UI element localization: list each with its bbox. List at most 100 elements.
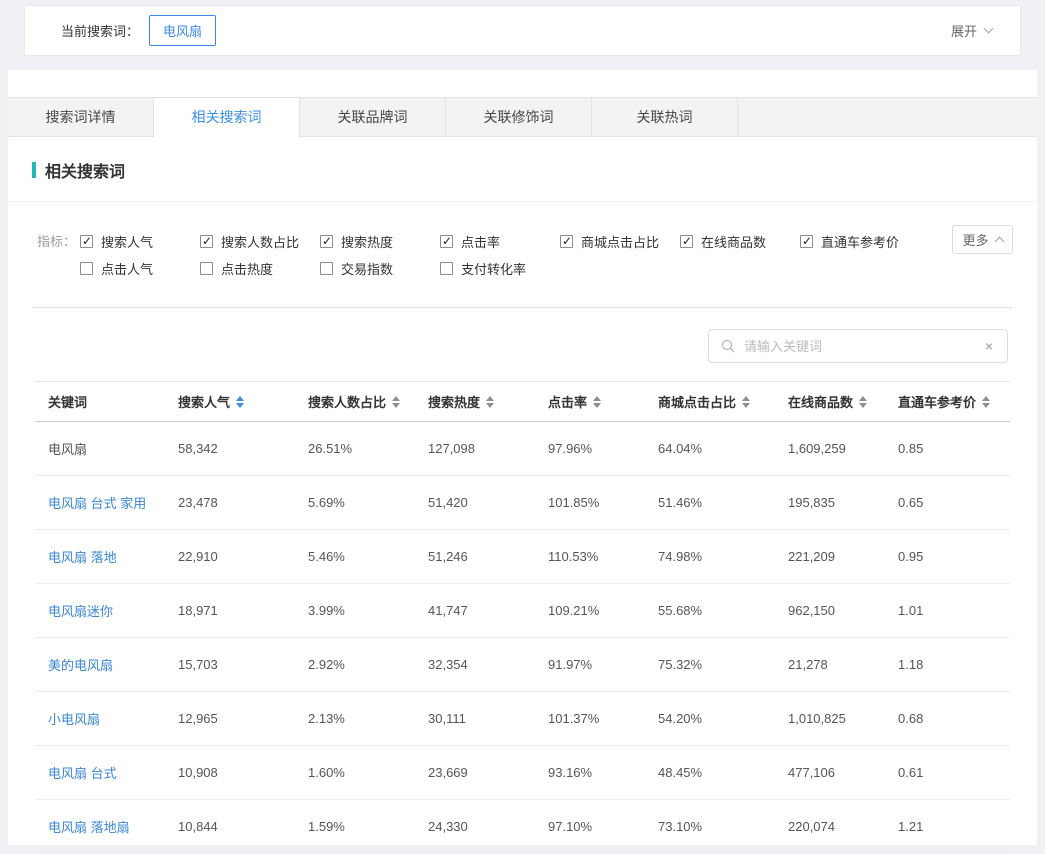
col-header-label: 搜索热度 (428, 392, 480, 411)
cell-ztc-reference-price: 0.85 (885, 441, 1010, 456)
expand-toggle[interactable]: 展开 (951, 21, 992, 40)
sort-icon[interactable] (859, 396, 867, 408)
table-row: 电风扇 58,342 26.51% 127,098 97.96% 64.04% … (35, 422, 1010, 476)
cell-searcher-ratio: 1.59% (295, 819, 415, 834)
col-header-mall-click-ratio: 商城点击占比 (645, 392, 775, 411)
cell-search-heat: 23,669 (415, 765, 535, 780)
col-header-search-popularity: 搜索人气 (165, 392, 295, 411)
cell-mall-click-ratio: 73.10% (645, 819, 775, 834)
sort-icon[interactable] (742, 396, 750, 408)
checkbox-checked-icon (80, 235, 93, 248)
more-button[interactable]: 更多 (952, 225, 1013, 254)
cell-ztc-reference-price: 1.21 (885, 819, 1010, 834)
checkbox-unchecked-icon (80, 262, 93, 275)
filter-checkbox-click-heat[interactable]: 点击热度 (200, 259, 320, 278)
more-label: 更多 (962, 230, 988, 249)
keyword-link[interactable]: 电风扇 台式 (48, 766, 117, 781)
cell-online-products: 962,150 (775, 603, 885, 618)
section-title-text: 相关搜索词 (45, 158, 125, 182)
chevron-down-icon (984, 24, 994, 34)
filter-checkbox-search-heat[interactable]: 搜索热度 (320, 232, 440, 251)
cell-search-heat: 127,098 (415, 441, 535, 456)
cell-search-popularity: 58,342 (165, 441, 295, 456)
col-header-search-heat: 搜索热度 (415, 392, 535, 411)
col-header-online-products: 在线商品数 (775, 392, 885, 411)
cell-online-products: 1,010,825 (775, 711, 885, 726)
cell-searcher-ratio: 5.46% (295, 549, 415, 564)
dotted-separator (33, 307, 1012, 308)
expand-label: 展开 (951, 21, 977, 40)
cell-mall-click-ratio: 64.04% (645, 441, 775, 456)
title-divider (8, 201, 1037, 202)
table-row: 电风扇 落地 22,910 5.46% 51,246 110.53% 74.98… (35, 530, 1010, 584)
keyword-link[interactable]: 电风扇 落地扇 (48, 820, 130, 835)
cell-ztc-reference-price: 1.01 (885, 603, 1010, 618)
checkbox-label: 点击人气 (101, 259, 153, 278)
checkbox-unchecked-icon (200, 262, 213, 275)
checkbox-unchecked-icon (440, 262, 453, 275)
tab-bar-filler (738, 98, 1037, 136)
tab-related-search-terms[interactable]: 相关搜索词 (154, 98, 300, 138)
tab-search-term-detail[interactable]: 搜索词详情 (8, 98, 154, 136)
filter-checkbox-trade-index[interactable]: 交易指数 (320, 259, 440, 278)
keyword-link[interactable]: 电风扇迷你 (48, 604, 113, 619)
checkbox-label: 支付转化率 (461, 259, 526, 278)
filter-checkbox-click-popularity[interactable]: 点击人气 (80, 259, 200, 278)
keyword-link[interactable]: 电风扇 台式 家用 (48, 496, 146, 511)
cell-searcher-ratio: 5.69% (295, 495, 415, 510)
checkbox-checked-icon (440, 235, 453, 248)
cell-search-heat: 30,111 (415, 711, 535, 726)
cell-search-heat: 32,354 (415, 657, 535, 672)
filter-checkbox-mall-click-ratio[interactable]: 商城点击占比 (560, 232, 680, 251)
cell-mall-click-ratio: 74.98% (645, 549, 775, 564)
keyword-link[interactable]: 电风扇 落地 (48, 550, 117, 565)
filter-row-2: 点击人气 点击热度 交易指数 支付转化率 (80, 255, 1013, 282)
main-panel: 搜索词详情 相关搜索词 关联品牌词 关联修饰词 关联热词 相关搜索词 指标： 搜… (8, 70, 1037, 845)
current-search-term-bar: 当前搜索词： 电风扇 展开 (24, 5, 1021, 56)
keyword-text: 电风扇 (48, 442, 87, 457)
search-term-tag[interactable]: 电风扇 (149, 15, 216, 46)
cell-ztc-reference-price: 0.68 (885, 711, 1010, 726)
checkbox-label: 搜索人数占比 (221, 232, 299, 251)
cell-search-heat: 51,420 (415, 495, 535, 510)
keyword-link[interactable]: 小电风扇 (48, 712, 100, 727)
sort-icon[interactable] (982, 396, 990, 408)
filter-checkbox-click-rate[interactable]: 点击率 (440, 232, 560, 251)
cell-click-rate: 93.16% (535, 765, 645, 780)
sort-icon[interactable] (236, 396, 244, 408)
cell-mall-click-ratio: 54.20% (645, 711, 775, 726)
table-row: 电风扇迷你 18,971 3.99% 41,747 109.21% 55.68%… (35, 584, 1010, 638)
filter-checkbox-search-popularity[interactable]: 搜索人气 (80, 232, 200, 251)
col-header-ztc-reference-price: 直通车参考价 (885, 392, 1010, 411)
cell-mall-click-ratio: 51.46% (645, 495, 775, 510)
checkbox-checked-icon (200, 235, 213, 248)
cell-click-rate: 101.85% (535, 495, 645, 510)
keyword-link[interactable]: 美的电风扇 (48, 658, 113, 673)
cell-click-rate: 91.97% (535, 657, 645, 672)
cell-searcher-ratio: 2.92% (295, 657, 415, 672)
tab-related-modifier-terms[interactable]: 关联修饰词 (446, 98, 592, 136)
current-search-term-label: 当前搜索词： (61, 21, 139, 40)
cell-search-heat: 41,747 (415, 603, 535, 618)
cell-search-popularity: 23,478 (165, 495, 295, 510)
col-header-label: 商城点击占比 (658, 392, 736, 411)
sort-icon[interactable] (486, 396, 494, 408)
col-header-label: 在线商品数 (788, 392, 853, 411)
filter-checkbox-searcher-ratio[interactable]: 搜索人数占比 (200, 232, 320, 251)
col-header-label: 直通车参考价 (898, 392, 976, 411)
keyword-search-input[interactable] (742, 338, 976, 355)
filter-checkbox-ztc-reference-price[interactable]: 直通车参考价 (800, 232, 920, 251)
clear-search-icon[interactable]: × (983, 338, 995, 354)
cell-ztc-reference-price: 0.61 (885, 765, 1010, 780)
filter-checkbox-payment-conversion[interactable]: 支付转化率 (440, 259, 560, 278)
tab-related-brand-terms[interactable]: 关联品牌词 (300, 98, 446, 136)
col-header-label: 点击率 (548, 392, 587, 411)
sort-icon[interactable] (392, 396, 400, 408)
tab-related-hot-terms[interactable]: 关联热词 (592, 98, 738, 136)
filter-checkbox-online-products[interactable]: 在线商品数 (680, 232, 800, 251)
filters-label: 指标： (37, 228, 80, 282)
table-row: 电风扇 台式 家用 23,478 5.69% 51,420 101.85% 51… (35, 476, 1010, 530)
sort-icon[interactable] (593, 396, 601, 408)
checkbox-label: 交易指数 (341, 259, 393, 278)
cell-click-rate: 97.96% (535, 441, 645, 456)
